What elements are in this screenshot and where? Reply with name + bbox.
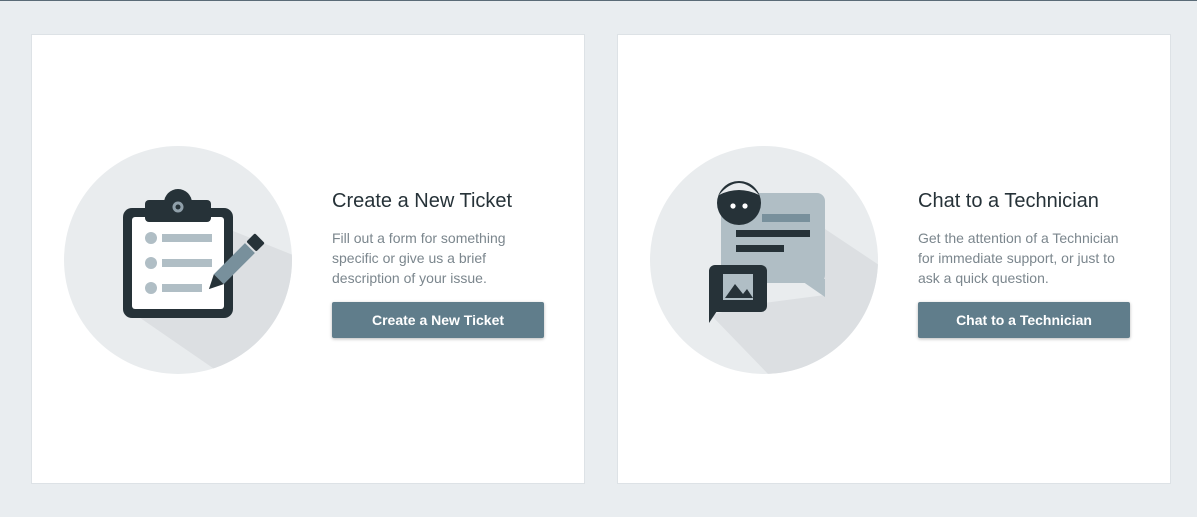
chat-title: Chat to a Technician	[918, 190, 1099, 212]
new-ticket-card: Create a New Ticket Fill out a form for …	[31, 34, 585, 484]
clipboard-icon	[63, 145, 293, 375]
create-ticket-button[interactable]: Create a New Ticket	[332, 302, 544, 338]
chat-card: Chat to a Technician Get the attention o…	[617, 34, 1171, 484]
chat-technician-button[interactable]: Chat to a Technician	[918, 302, 1130, 338]
chat-description: Get the attention of a Technician for im…	[918, 230, 1119, 286]
new-ticket-title: Create a New Ticket	[332, 190, 513, 212]
new-ticket-content: Create a New Ticket Fill out a form for …	[332, 188, 552, 338]
chat-icon	[649, 145, 879, 375]
new-ticket-description: Fill out a form for something specific o…	[332, 230, 506, 286]
chat-content: Chat to a Technician Get the attention o…	[918, 188, 1138, 338]
